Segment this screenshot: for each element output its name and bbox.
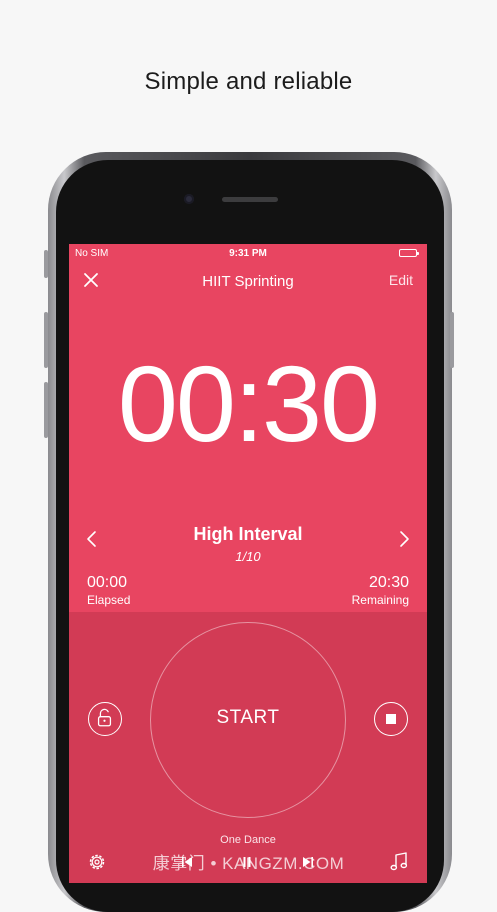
interval-name: High Interval [193, 524, 303, 544]
status-time: 9:31 PM [229, 248, 267, 259]
power-button [450, 312, 454, 368]
watermark-text: 康掌门 • KANGZM.COM [152, 854, 345, 873]
mute-switch [44, 250, 48, 278]
interval-selector: High Interval 1/10 [69, 524, 427, 574]
nav-bar: HIIT Sprinting Edit [69, 264, 427, 300]
battery-icon [399, 249, 419, 257]
elapsed-label: Elapsed [87, 593, 131, 607]
stop-button[interactable] [374, 702, 408, 736]
remaining-value: 20:30 [368, 574, 409, 591]
start-button[interactable]: START [150, 622, 346, 818]
front-camera [184, 194, 194, 204]
unlock-icon [97, 708, 112, 727]
elapsed-value: 00:00 [87, 574, 128, 591]
controls-panel: START One Dance [69, 612, 427, 883]
interval-count: 1/10 [235, 549, 261, 564]
marketing-headline: Simple and reliable [144, 68, 353, 95]
edit-button[interactable]: Edit [389, 272, 413, 288]
now-playing-title: One Dance [220, 834, 276, 846]
stop-icon [386, 714, 396, 724]
remaining-stat: 20:30 Remaining [352, 574, 409, 607]
volume-up-button [44, 312, 48, 368]
chevron-right-icon[interactable] [397, 530, 411, 548]
elapsed-stat: 00:00 Elapsed [87, 574, 130, 607]
start-label: START [216, 707, 280, 728]
volume-down-button [44, 382, 48, 438]
app-screen: No SIM 9:31 PM HIIT Sprinting Edit 00:30… [69, 244, 427, 883]
earpiece-speaker [222, 197, 278, 202]
workout-title: HIIT Sprinting [202, 273, 294, 290]
remaining-label: Remaining [351, 593, 409, 607]
unlock-button[interactable] [88, 702, 122, 736]
countdown-display: 00:30 [117, 343, 380, 464]
status-bar: No SIM 9:31 PM [69, 244, 427, 264]
